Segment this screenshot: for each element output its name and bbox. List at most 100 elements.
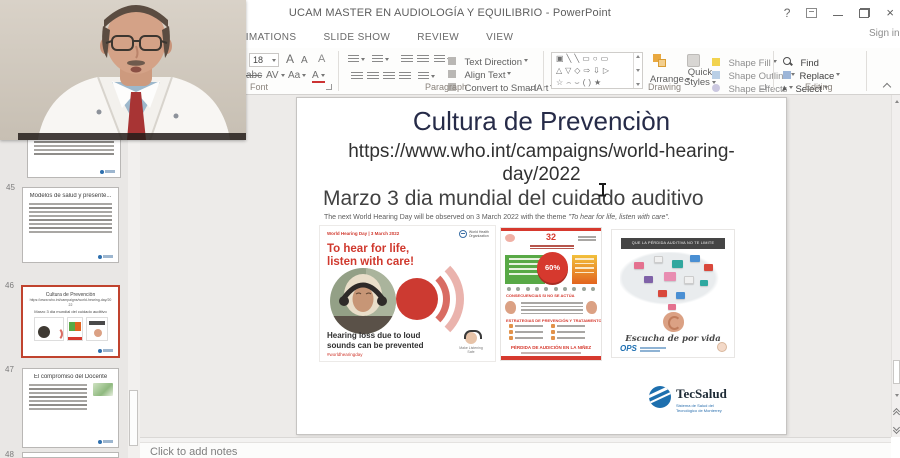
thumbnail-logo [98,254,114,259]
align-right-button[interactable] [380,70,397,83]
make-listening-safe-logo: Make Listening Safe [456,332,486,354]
slide-heading[interactable]: Marzo 3 dia mundial del cuidado auditivo [323,187,704,211]
infographic-60-percent-badge: 60% [537,252,568,283]
infographic-consequences-heading: CONSECUENCIAS SI NO SE ACTÚA [506,293,575,298]
character-spacing-button[interactable]: AV [266,70,285,81]
thumbnail-slide-47[interactable]: El compromiso del Docente [22,368,119,448]
numbering-button[interactable] [372,53,389,66]
sign-in-link[interactable]: Sign in [869,28,900,39]
slide-subtext: The next World Hearing Day will be obser… [324,214,670,221]
slide-number-47: 47 [5,365,14,374]
slide-canvas: Cultura de Prevenciòn https://www.who.in… [140,95,891,437]
infographic-orange-block [572,255,597,284]
shapes-gallery[interactable]: ▣╲╲▭○▭ △▽◇⇨⇩▷ ☆⌢⌣()★ [551,52,643,89]
select-icon [782,85,788,92]
shapes-row-2[interactable]: △▽◇⇨⇩▷ [552,65,642,77]
shape-outline-icon [712,71,720,79]
font-size-combobox[interactable]: 18 [249,53,279,67]
scroll-up-button[interactable] [892,95,900,107]
help-button[interactable]: ? [784,6,791,20]
powerpoint-window: UCAM MASTER EN AUDIOLOGÍA Y EQUILIBRIO -… [0,0,900,458]
ear-headphones-icon [465,332,477,344]
font-color-button[interactable]: A [312,70,325,83]
minimize-button[interactable] [833,8,843,18]
thumbnail-slide-45[interactable]: Modelos de salud y presente... [22,187,119,263]
woman-headphones-photo [330,268,396,334]
thumbnail-text-lines [23,203,118,233]
text-cursor [598,183,607,196]
slide-title[interactable]: Cultura de Prevenciòn [297,106,786,137]
drawing-group-label: Drawing [648,82,681,92]
poster-ops-escucha-de-por-vida[interactable]: QUE LA PÉRDIDA AUDITIVA NO TE LIMITE [611,229,735,358]
shapes-row-1[interactable]: ▣╲╲▭○▭ [552,53,642,65]
shapes-row-3[interactable]: ☆⌢⌣()★ [552,77,642,89]
tab-review[interactable]: REVIEW [417,32,459,43]
paragraph-group-label: Paragraph [425,82,467,92]
previous-slide-button[interactable] [892,405,900,417]
tecsalud-logo: TecSalud Sistema de Salud delTecnológico… [649,386,727,413]
world-map-graphic [620,252,728,310]
change-case-button[interactable]: Aa [288,70,306,81]
ribbon-display-options-icon[interactable] [806,8,817,18]
bullets-button[interactable] [348,53,365,66]
thumbnail-slide-46-selected[interactable]: Cultura de Prevenciòn https://www.who.in… [21,285,120,358]
slide-scrollbar[interactable] [891,95,900,437]
align-center-button[interactable] [364,70,381,83]
next-slide-button[interactable] [892,421,900,433]
scroll-down-button[interactable] [892,389,900,401]
clear-formatting-button[interactable]: A [318,53,325,65]
grow-font-button[interactable]: A [286,52,294,66]
drawing-dialog-launcher[interactable] [760,84,766,90]
align-text-icon [448,70,456,78]
ear-graphic [663,312,684,332]
thumbnail-posters [23,317,118,341]
notes-pane[interactable]: Click to add notes [140,443,891,458]
strikethrough-button[interactable]: abc [246,70,262,81]
align-left-button[interactable] [348,70,365,83]
shape-fill-icon [712,58,720,66]
slide-number-46: 46 [5,281,14,290]
decrease-indent-button[interactable] [398,53,415,66]
webcam-overlay [0,0,246,140]
poster-caption: Hearing loss due to loudsounds can be pr… [327,331,423,350]
poster-caption: Escucha de por vida [612,334,734,344]
ear-badge-icon [717,342,727,352]
poster-banner: QUE LA PÉRDIDA AUDITIVA NO TE LIMITE [621,238,725,249]
text-direction-icon [448,57,456,65]
scrollbar-thumb[interactable] [893,360,900,384]
presenter-video [0,0,246,140]
poster-who-hearing-day[interactable]: World Hearing Day | 3 March 2022 World H… [319,225,496,362]
current-slide[interactable]: Cultura de Prevenciòn https://www.who.in… [296,97,787,435]
thumbnail-logo [98,439,114,444]
justify-button[interactable] [396,70,413,83]
thumbnail-panel-scrollbar[interactable] [128,95,140,458]
shape-effects-icon [712,84,720,92]
increase-indent-button[interactable] [414,53,431,66]
poster-infographic-childhood-hearing-loss[interactable]: 32 60% CONSECUENCIAS SI NO SE ACTÚA [500,227,602,361]
tecsalud-globe-icon [649,386,671,408]
collapse-ribbon-button[interactable] [884,84,892,89]
who-logo: World HealthOrganization [459,230,489,238]
shapes-gallery-scrollbar[interactable] [633,53,642,88]
who-globe-icon [459,230,467,238]
restore-button[interactable] [859,8,870,18]
font-dialog-launcher[interactable] [326,84,332,90]
infographic-bottom-title: PÉRDIDA DE AUDICIÓN EN LA NIÑEZ [501,345,601,350]
ear-photo-left [505,301,516,314]
thumbnail-image [93,383,113,396]
thumbnail-panel-scroll-thumb[interactable] [129,390,138,446]
shrink-font-button[interactable]: A [301,55,308,66]
thumbnail-logo [98,348,114,353]
thumbnail-text-lines [23,384,93,410]
paragraph-dialog-launcher[interactable] [530,84,536,90]
slide-url[interactable]: https://www.who.int/campaigns/world-hear… [297,140,786,186]
close-button[interactable]: × [886,8,894,18]
slide-number-45: 45 [6,183,15,192]
tab-slide-show[interactable]: SLIDE SHOW [323,32,390,43]
slide-number-48: 48 [5,450,14,458]
infographic-strategies-grid [509,324,595,340]
infographic-strategies-heading: ESTRATEGIAS DE PREVENCIÓN Y TRATAMIENTO [506,318,602,323]
notes-placeholder[interactable]: Click to add notes [150,446,237,458]
tab-view[interactable]: VIEW [486,32,513,43]
thumbnail-slide-48[interactable] [22,452,119,458]
